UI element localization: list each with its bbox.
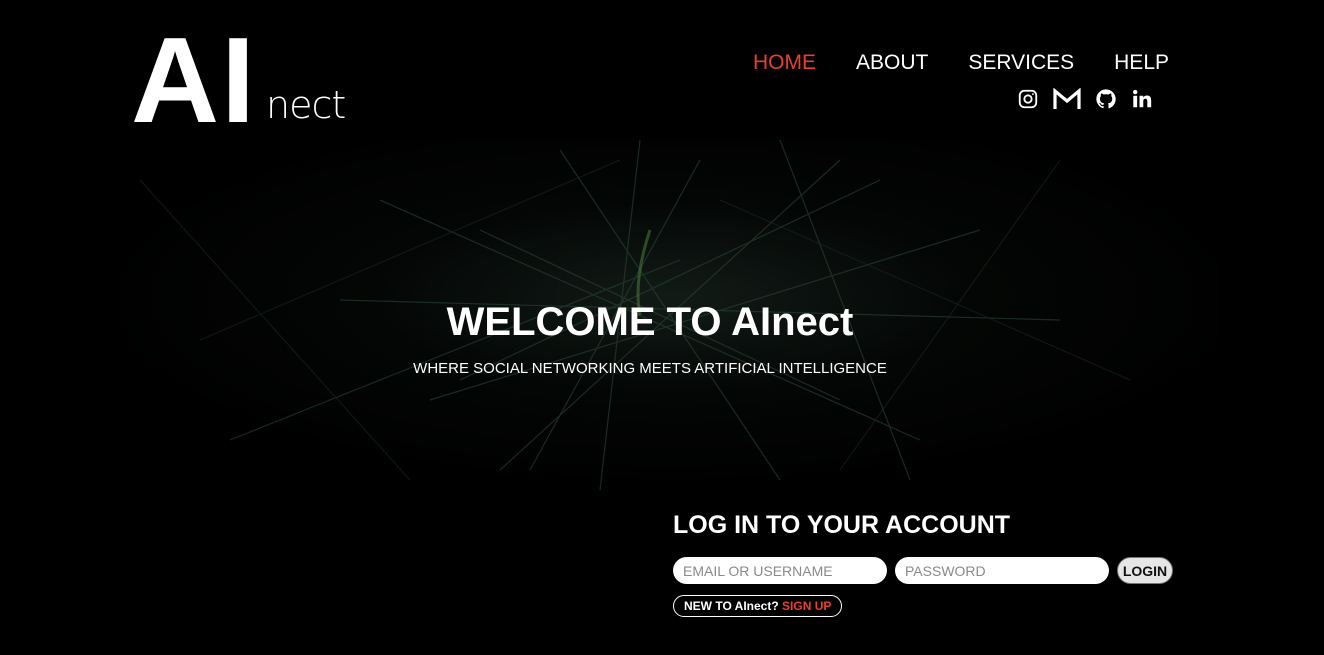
main-nav: HOME ABOUT SERVICES HELP [753,50,1169,76]
password-field[interactable] [895,557,1109,584]
signup-prompt-text: NEW TO AInect? [684,599,779,613]
login-title: LOG IN TO YOUR ACCOUNT [673,511,1011,539]
logo-main-text: AI [131,30,257,130]
social-links [1017,88,1153,110]
linkedin-icon[interactable] [1131,88,1153,110]
nav-item-services[interactable]: SERVICES [968,50,1074,76]
github-icon[interactable] [1095,88,1117,110]
signup-link[interactable]: SIGN UP [782,599,831,613]
instagram-icon[interactable] [1017,88,1039,110]
page: AI nect HOME ABOUT SERVICES HELP WELCOME… [0,0,1324,655]
hero-subtitle: WHERE SOCIAL NETWORKING MEETS ARTIFICIAL… [413,360,887,377]
email-field[interactable] [673,557,887,584]
signup-prompt: NEW TO AInect? SIGN UP [673,595,843,617]
login-button[interactable]: LOGIN [1117,557,1173,584]
logo-suffix-text: nect [266,83,346,127]
nav-item-home[interactable]: HOME [753,50,816,76]
gmail-icon[interactable] [1053,88,1081,110]
hero-title: WELCOME TO AInect [446,300,854,344]
nav-item-about[interactable]: ABOUT [856,50,928,76]
brand-logo[interactable]: AI nect [131,30,361,130]
nav-item-help[interactable]: HELP [1114,50,1169,76]
